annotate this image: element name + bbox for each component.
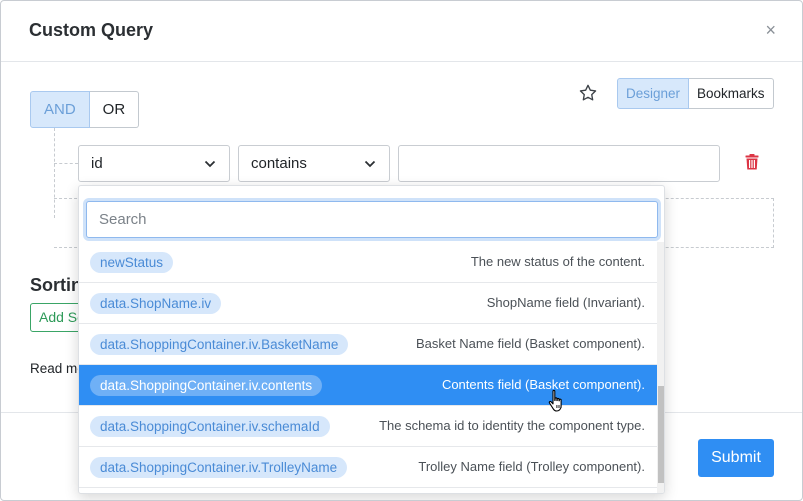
close-icon[interactable]: × [765,21,776,39]
field-description: The schema id to identity the component … [379,418,645,433]
field-description: The new status of the content. [470,254,645,269]
custom-query-dialog: Custom Query × AND OR Designer Bookmarks… [0,0,803,501]
field-pill: data.ShopName.iv [90,293,222,314]
field-description: Contents field (Basket component). [441,377,645,392]
list-item[interactable]: data.ShoppingContainer.iv.TrolleyName Tr… [79,447,657,488]
submit-button[interactable]: Submit [698,439,774,477]
field-description: Basket Name field (Basket component). [415,336,645,351]
list-item[interactable]: data.ShopName.iv ShopName field (Invaria… [79,283,657,324]
field-search-input[interactable] [86,201,658,238]
logic-toggle: AND OR [30,91,140,128]
operator-select-value: contains [251,155,307,172]
tree-branch [54,163,78,164]
field-dropdown: newStatus The new status of the content.… [78,185,665,494]
field-pill: data.ShoppingContainer.iv.schemaId [90,416,330,437]
scrollbar-thumb[interactable] [658,386,664,483]
operator-select[interactable]: contains [238,145,390,182]
list-item[interactable]: newStatus The new status of the content. [79,242,657,283]
field-pill: newStatus [90,252,174,273]
field-pill: data.ShoppingContainer.iv.BasketName [90,334,349,355]
dialog-title: Custom Query [29,20,154,40]
field-description: ShopName field (Invariant). [486,295,645,310]
trash-icon[interactable] [745,154,759,170]
chevron-down-icon [204,160,216,168]
field-select-value: id [91,155,103,172]
or-button[interactable]: OR [89,91,140,128]
chevron-down-icon [364,160,376,168]
field-select[interactable]: id [78,145,230,182]
sorting-heading: Sortin [30,275,82,295]
list-item[interactable]: data.ShoppingContainer.iv.schemaId The s… [79,406,657,447]
filter-value-input[interactable] [398,145,720,182]
field-description: Trolley Name field (Trolley component). [418,459,645,474]
dialog-header: Custom Query × [1,1,802,62]
bookmarks-button[interactable]: Bookmarks [689,78,774,109]
field-pill: data.ShoppingContainer.iv.contents [90,375,323,396]
list-item-highlighted[interactable]: data.ShoppingContainer.iv.contents Conte… [79,365,657,406]
field-pill: data.ShoppingContainer.iv.TrolleyName [90,457,348,478]
read-more-link[interactable]: Read mo [30,361,85,376]
star-icon[interactable] [578,83,598,103]
and-button[interactable]: AND [30,91,90,128]
field-list: newStatus The new status of the content.… [79,242,657,488]
designer-button[interactable]: Designer [617,78,690,109]
list-item[interactable]: data.ShoppingContainer.iv.BasketName Bas… [79,324,657,365]
mode-toggle: Designer Bookmarks [617,78,774,109]
